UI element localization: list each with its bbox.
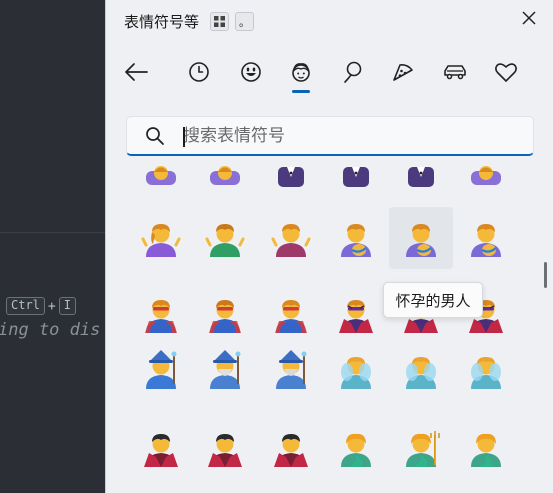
- woman-vampire-icon: [144, 434, 178, 467]
- emoji-woman-getting-massage[interactable]: [129, 165, 193, 207]
- background-editor: Ctrl + I ing to dis: [0, 0, 120, 493]
- grid-view-button[interactable]: [210, 12, 229, 31]
- emoji-merperson[interactable]: [454, 417, 518, 479]
- kaomoji-button[interactable]: 。: [235, 12, 254, 31]
- person-shrugging-icon: [271, 224, 311, 257]
- woman-getting-massage-icon: [146, 166, 176, 185]
- close-button[interactable]: [519, 8, 539, 28]
- plus-sign: +: [47, 298, 56, 314]
- woman-getting-massage-icon: [210, 166, 240, 185]
- emoji-superhero[interactable]: [259, 283, 323, 345]
- man-vampire-icon: [208, 434, 242, 467]
- emoji-person-in-tuxedo[interactable]: [324, 165, 388, 207]
- emoji-woman-fairy[interactable]: [324, 339, 388, 401]
- tab-food[interactable]: [387, 56, 419, 88]
- balloon-icon: [344, 61, 362, 83]
- superhero-icon: [275, 300, 307, 333]
- search-input[interactable]: [183, 124, 513, 148]
- emoji-woman-superhero[interactable]: [129, 283, 193, 345]
- scrollbar-thumb[interactable]: [544, 262, 547, 288]
- tab-smileys[interactable]: [235, 56, 267, 88]
- person-face-icon: [292, 63, 310, 82]
- emoji-person-in-tuxedo[interactable]: [259, 165, 323, 207]
- vampire-icon: [274, 434, 308, 467]
- tab-people[interactable]: [285, 56, 317, 88]
- man-shrugging-icon: [205, 224, 245, 257]
- emoji-grid: [106, 165, 538, 493]
- emoji-tooltip: 怀孕的男人: [383, 282, 483, 318]
- mermaid-icon: [341, 433, 371, 467]
- emoji-man-shrugging[interactable]: [193, 207, 257, 269]
- back-arrow-icon: [125, 63, 148, 81]
- clock-icon: [189, 62, 209, 82]
- woman-mage-icon: [146, 350, 177, 389]
- merperson-icon: [471, 433, 501, 467]
- selected-tab-indicator: [292, 90, 310, 93]
- tab-celebration[interactable]: [337, 56, 369, 88]
- shortcut-hint: Ctrl + I: [6, 297, 76, 315]
- emoji-fairy[interactable]: [454, 339, 518, 401]
- emoji-man-mage[interactable]: [193, 339, 257, 401]
- person-in-tuxedo-icon: [408, 167, 434, 187]
- panel-title-bar: 表情符号等 。: [106, 0, 553, 40]
- man-mage-icon: [210, 350, 241, 389]
- heart-icon: [495, 63, 517, 82]
- emoji-pregnant-person[interactable]: [454, 207, 518, 269]
- emoji-pregnant-woman[interactable]: [324, 207, 388, 269]
- emoji-woman-mage[interactable]: [129, 339, 193, 401]
- emoji-mage[interactable]: [259, 339, 323, 401]
- smiley-icon: [241, 62, 261, 82]
- tab-recent[interactable]: [183, 56, 215, 88]
- person-in-tuxedo-icon: [343, 167, 369, 187]
- emoji-vampire[interactable]: [259, 417, 323, 479]
- emoji-man-superhero[interactable]: [193, 283, 257, 345]
- search-box[interactable]: [126, 116, 534, 156]
- emoji-panel: 表情符号等 。 搜索表情符号 怀孕的男人: [105, 0, 553, 493]
- emoji-man-fairy[interactable]: [389, 339, 453, 401]
- woman-shrugging-icon: [141, 224, 181, 257]
- man-superhero-icon: [209, 300, 241, 333]
- emoji-woman-vampire[interactable]: [129, 417, 193, 479]
- car-icon: [444, 65, 466, 80]
- close-icon: [522, 11, 536, 25]
- emoji-woman-supervillain[interactable]: [324, 283, 388, 345]
- pregnant-woman-icon: [341, 224, 371, 257]
- emoji-merman[interactable]: [389, 417, 453, 479]
- ctrl-key: Ctrl: [6, 297, 45, 315]
- emoji-person-shrugging[interactable]: [259, 207, 323, 269]
- person-in-tuxedo-icon: [278, 167, 304, 187]
- emoji-man-vampire[interactable]: [193, 417, 257, 479]
- editor-divider: [0, 232, 120, 233]
- pregnant-person-icon: [471, 224, 501, 257]
- emoji-pregnant-man[interactable]: [389, 207, 453, 269]
- woman-supervillain-icon: [339, 300, 373, 333]
- woman-getting-massage-icon: [471, 166, 501, 185]
- i-key: I: [58, 297, 76, 315]
- kaomoji-label: 。: [239, 15, 250, 29]
- grid-icon: [214, 16, 225, 27]
- merman-icon: [406, 431, 440, 467]
- editor-hint-text: ing to dis: [0, 320, 101, 340]
- man-fairy-icon: [406, 357, 436, 389]
- back-button[interactable]: [120, 56, 152, 88]
- emoji-person-in-tuxedo[interactable]: [389, 165, 453, 207]
- woman-fairy-icon: [341, 357, 371, 389]
- tab-symbols[interactable]: [490, 56, 522, 88]
- woman-superhero-icon: [145, 300, 177, 333]
- mage-icon: [276, 350, 307, 389]
- emoji-woman-shrugging[interactable]: [129, 207, 193, 269]
- panel-title: 表情符号等: [124, 13, 200, 31]
- tab-travel[interactable]: [439, 56, 471, 88]
- pregnant-man-icon: [406, 224, 436, 257]
- fairy-icon: [471, 357, 501, 389]
- text-caret: [183, 127, 185, 147]
- pizza-icon: [393, 64, 413, 81]
- search-icon: [146, 127, 164, 145]
- emoji-mermaid[interactable]: [324, 417, 388, 479]
- category-tabs: [106, 52, 553, 96]
- emoji-woman-getting-massage[interactable]: [193, 165, 257, 207]
- emoji-woman-getting-massage[interactable]: [454, 165, 518, 207]
